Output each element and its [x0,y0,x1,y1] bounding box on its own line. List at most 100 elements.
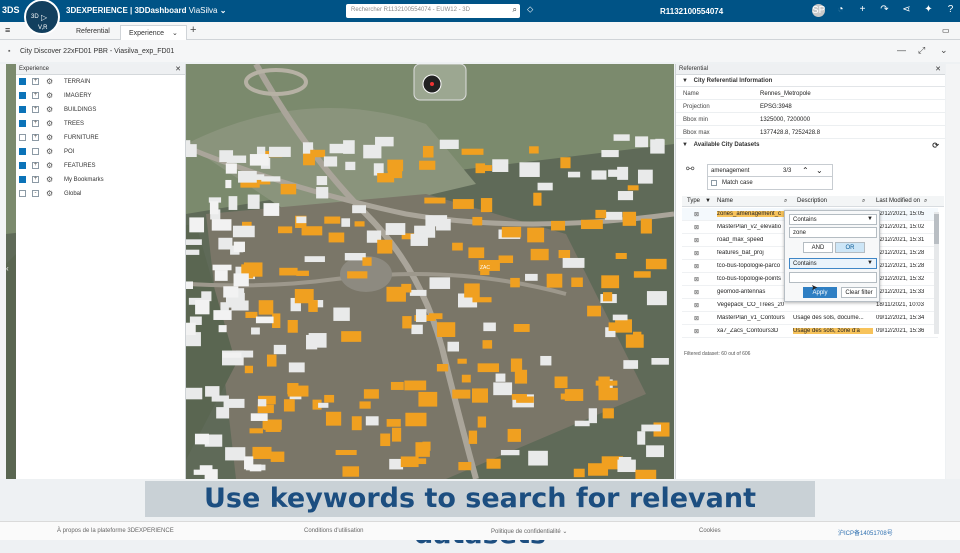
condition-select-1[interactable]: Contains ▼ [789,214,877,225]
cookies-link[interactable]: Cookies [699,528,721,534]
compass-widget[interactable]: 3D ▷ V,R [24,0,60,35]
chevron-down-icon[interactable]: ⌄ [172,30,178,37]
expand-icon[interactable]: + [32,106,39,113]
layer-item[interactable]: + ⚙ TERRAIN [16,75,185,89]
collapse-icon[interactable]: ▼ [682,142,688,148]
expand-icon[interactable]: + [32,120,39,127]
layer-checkbox[interactable] [19,190,26,197]
condition-select-2[interactable]: Contains ▼ [789,258,877,269]
search-icon[interactable]: ⌕ [924,198,927,205]
column-type[interactable]: Type [687,198,700,204]
or-button[interactable]: OR [835,242,865,253]
app-brand[interactable]: 3DEXPERIENCE | 3DDashboard ViaSilva ⌄ [66,6,226,15]
clear-filter-button[interactable]: Clear filter [841,287,877,298]
layer-checkbox[interactable] [19,162,26,169]
previous-match-icon[interactable]: ⌃ [802,166,809,175]
search-icon[interactable]: ⌕ [784,198,787,205]
collapse-icon[interactable]: ▼ [682,78,688,84]
layer-item[interactable]: + ⚙ FURNITURE [16,131,185,145]
expand-icon[interactable]: - [32,190,39,197]
user-name[interactable]: R1132100554074 [660,7,723,16]
3ds-logo[interactable]: 3DS [2,2,20,19]
chevron-down-icon[interactable]: ▼ [867,260,873,266]
building [329,143,345,154]
privacy-link[interactable]: Politique de confidentialité ⌄ [491,528,567,535]
layer-checkbox[interactable] [19,148,26,155]
maximize-icon[interactable]: ⤢ [918,45,925,56]
match-case-checkbox[interactable] [711,180,717,186]
highlighted-building [419,160,436,170]
column-last-modified[interactable]: Last Modified on [876,198,920,204]
more-options-icon[interactable]: ⌄ [940,45,948,56]
expand-icon[interactable]: + [32,176,39,183]
table-row[interactable]: ⊠ MasterPlan_v1_Contours Usage des sols, d… [682,312,938,325]
comment-icon[interactable]: ▭ [942,26,950,35]
icp-link[interactable]: 沪ICP备14051708号 [838,528,893,537]
layer-checkbox[interactable] [19,106,26,113]
binoculars-icon[interactable]: ⚯ [686,164,694,175]
layer-item[interactable]: + ⚙ IMAGERY [16,89,185,103]
building [226,155,247,163]
highlighted-building [461,148,484,155]
compass-tools-icon[interactable]: ✦ [922,4,935,17]
left-arrow-icon[interactable]: ‹ [6,264,9,273]
refresh-icon[interactable]: ⟳ [932,141,939,150]
layer-item[interactable]: + ⚙ TREES [16,117,185,131]
tab-experience[interactable]: Experience ⌄ [120,25,187,40]
layer-item[interactable]: + ⚙ My Bookmarks [16,173,185,187]
avatar[interactable]: SP [812,4,825,17]
dataset-type-icon: ⊠ [694,264,700,270]
dataset-table-header: Type ▼ Name ⌕ Description ⌕ Last Modifie… [682,196,944,207]
layer-checkbox[interactable] [19,134,26,141]
layer-checkbox[interactable] [19,176,26,183]
close-icon[interactable]: ✕ [175,65,181,73]
minimize-icon[interactable]: — [897,45,906,55]
chevron-down-icon[interactable]: ▼ [867,216,873,222]
about-link[interactable]: À propos de la plateforme 3DEXPERIENCE [57,528,174,534]
next-match-icon[interactable]: ⌄ [816,166,823,175]
tag-icon[interactable]: ⬦ [527,4,533,15]
filter-icon[interactable]: ▼ [705,198,711,204]
filter-value-input-2[interactable] [789,272,877,283]
expand-icon[interactable]: + [32,92,39,99]
layer-item[interactable]: + ⚙ BUILDINGS [16,103,185,117]
layer-checkbox[interactable] [19,120,26,127]
layer-item[interactable]: ⚙ POI [16,145,185,159]
table-scrollbar-thumb[interactable] [934,214,939,244]
layer-checkbox[interactable] [19,92,26,99]
expand-icon[interactable] [32,148,39,155]
expand-icon[interactable]: + [32,162,39,169]
terms-link[interactable]: Conditions d'utilisation [304,528,364,534]
tab-referential[interactable]: Referential [68,25,118,40]
table-row[interactable]: ⊠ xa7_Zacs_Contours3D Usage des sols, zone… [682,325,938,338]
dataset-search-input[interactable]: amenagement 3/3 ⌃ ⌄ [707,164,833,177]
column-description[interactable]: Description [797,198,827,204]
apply-button[interactable]: Apply [803,287,837,298]
search-icon[interactable]: ⌕ [513,5,517,15]
share-icon[interactable]: ⋖ [900,4,913,17]
expand-icon[interactable]: + [32,134,39,141]
filter-value-input-1[interactable]: zone [789,227,877,238]
play-icon[interactable]: ▷ [41,13,47,22]
layer-item[interactable]: - ⚙ Global [16,187,185,201]
highlighted-building [477,416,487,428]
add-tab-icon[interactable]: + [190,24,196,36]
datasets-section-header[interactable]: ▼ Available City Datasets ⟳ [676,139,945,151]
chevron-down-icon[interactable]: ⌄ [220,6,227,15]
search-input[interactable]: Rechercher R1132100554074 - EUW12 - 3D ⌕ [346,4,520,18]
match-case-option[interactable]: Match case [707,177,833,190]
highlighted-building [391,427,402,442]
add-icon[interactable]: + [856,4,869,17]
layer-checkbox[interactable] [19,78,26,85]
help-icon[interactable]: ? [944,4,957,17]
expand-icon[interactable]: + [32,78,39,85]
layer-item[interactable]: + ⚙ FEATURES [16,159,185,173]
and-button[interactable]: AND [803,242,833,253]
notification-icon[interactable]: ◔ [834,4,847,17]
column-name[interactable]: Name [717,198,733,204]
share-arrow-icon[interactable]: ↷ [878,4,891,17]
menu-icon[interactable]: ≡ [5,25,10,35]
city-info-section-header[interactable]: ▼ City Referential Information [676,75,945,87]
close-icon[interactable]: ✕ [935,65,941,73]
search-icon[interactable]: ⌕ [862,198,865,205]
